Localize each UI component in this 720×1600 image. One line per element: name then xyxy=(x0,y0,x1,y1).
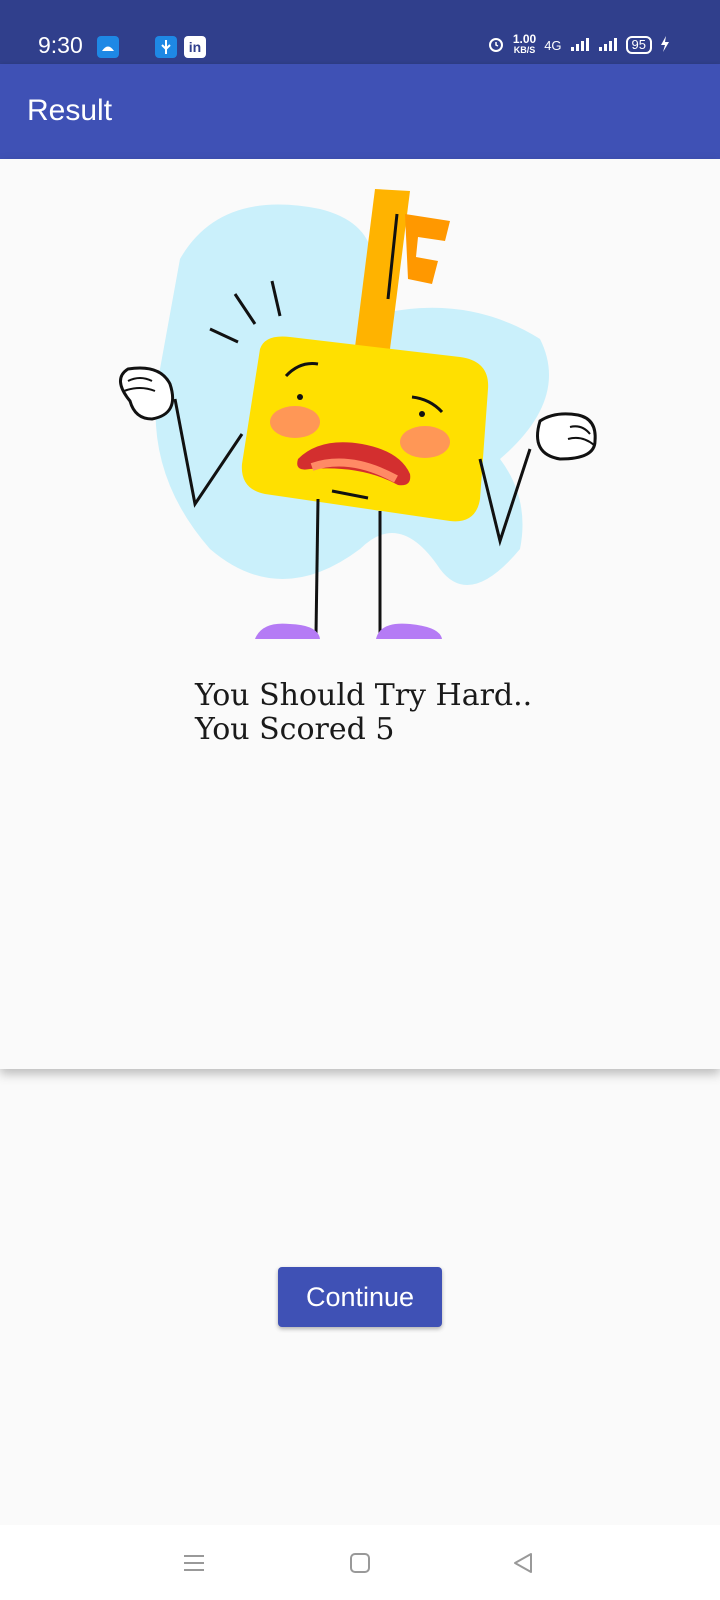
status-time: 9:30 xyxy=(38,32,83,58)
alarm-icon xyxy=(487,35,505,56)
app-bar: Result xyxy=(0,64,720,159)
linkedin-icon: in xyxy=(184,36,206,58)
charging-icon xyxy=(660,35,670,55)
speed-value: 1.00 xyxy=(512,32,537,46)
result-feedback: You Should Try Hard.. xyxy=(195,678,533,713)
result-card: You Should Try Hard.. You Scored 5 xyxy=(0,159,720,1069)
key-character-illustration xyxy=(119,189,597,639)
signal-icon xyxy=(570,36,590,55)
speed-unit: KB/S xyxy=(513,45,536,55)
network-type: 4G xyxy=(544,37,562,53)
network-speed: 1.00 KB/S xyxy=(512,32,537,56)
signal-icon-2 xyxy=(598,36,618,55)
android-debug-icon xyxy=(97,36,119,58)
status-bar: 9:30 in 1.00 KB/S 4G 95 xyxy=(0,0,720,64)
back-icon[interactable] xyxy=(505,1545,541,1581)
result-message: You Should Try Hard.. You Scored 5 xyxy=(195,679,532,747)
usb-icon xyxy=(155,36,177,58)
navigation-bar xyxy=(0,1525,720,1600)
menu-icon[interactable] xyxy=(176,1545,212,1581)
status-indicators: 1.00 KB/S 4G 95 xyxy=(487,32,670,56)
page-title: Result xyxy=(27,94,113,127)
battery-icon: 95 xyxy=(625,36,652,54)
continue-button[interactable]: Continue xyxy=(278,1267,442,1327)
home-icon[interactable] xyxy=(342,1545,378,1581)
result-score: You Scored 5 xyxy=(195,712,395,747)
